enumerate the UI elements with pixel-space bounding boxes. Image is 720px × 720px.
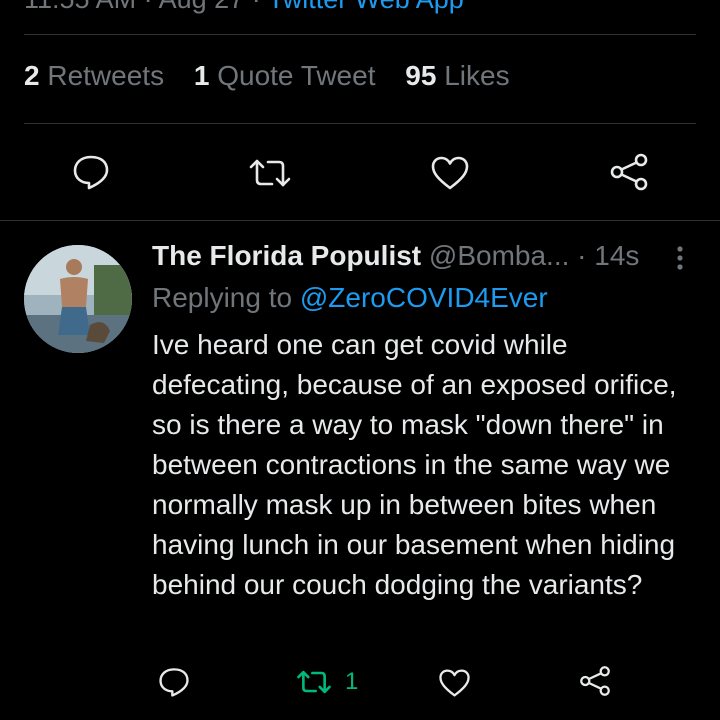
quotes-label: Quote Tweet: [217, 60, 376, 91]
replying-to: Replying to @ZeroCOVID4Ever: [152, 282, 548, 314]
share-icon[interactable]: [608, 152, 650, 192]
retweet-count: 1: [345, 668, 359, 695]
retweets-label: Retweets: [47, 60, 165, 91]
divider: [24, 123, 696, 124]
more-vertical-icon[interactable]: [668, 244, 692, 274]
display-name[interactable]: The Florida Populist: [152, 240, 421, 271]
share-icon[interactable]: [578, 664, 612, 698]
likes-count: 95: [405, 60, 437, 91]
replying-prefix: Replying to: [152, 282, 293, 313]
engagement-stats: 2 Retweets 1 Quote Tweet 95 Likes: [24, 60, 532, 92]
like-icon[interactable]: [438, 668, 471, 698]
tweet-action-bar: [0, 150, 720, 194]
like-icon[interactable]: [430, 155, 470, 191]
retweets-count: 2: [24, 60, 40, 91]
tweet-client-link[interactable]: Twitter Web App: [268, 0, 464, 14]
tweet-meta-line: 11:55 AM · Aug 27 · Twitter Web App: [24, 0, 464, 15]
user-handle[interactable]: @Bomba...: [429, 240, 569, 271]
divider: [0, 220, 720, 221]
quotes-count: 1: [193, 60, 210, 91]
likes-stat[interactable]: 95 Likes: [405, 60, 509, 91]
header-dot: ·: [577, 240, 587, 271]
tweet-time: 11:55 AM: [24, 0, 136, 14]
replying-handle-link[interactable]: @ZeroCOVID4Ever: [300, 282, 548, 313]
retweet-icon[interactable]: [296, 668, 332, 696]
tweet-date: Aug 27: [159, 0, 245, 14]
reply-header: The Florida Populist @Bomba... · 14s: [152, 240, 639, 272]
meta-separator: ·: [252, 0, 261, 14]
avatar[interactable]: [24, 245, 132, 353]
meta-separator: ·: [144, 0, 153, 14]
avatar-photo: [24, 245, 132, 353]
reply-text: Ive heard one can get covid while defeca…: [152, 329, 677, 600]
reply-time[interactable]: 14s: [594, 240, 639, 271]
likes-label: Likes: [444, 60, 510, 91]
quotes-stat[interactable]: 1 Quote Tweet: [194, 60, 376, 91]
reply-icon[interactable]: [72, 154, 110, 190]
reply-icon[interactable]: [158, 666, 190, 698]
divider: [24, 34, 696, 35]
retweet-icon[interactable]: [248, 156, 292, 190]
retweets-stat[interactable]: 2 Retweets: [24, 60, 164, 91]
